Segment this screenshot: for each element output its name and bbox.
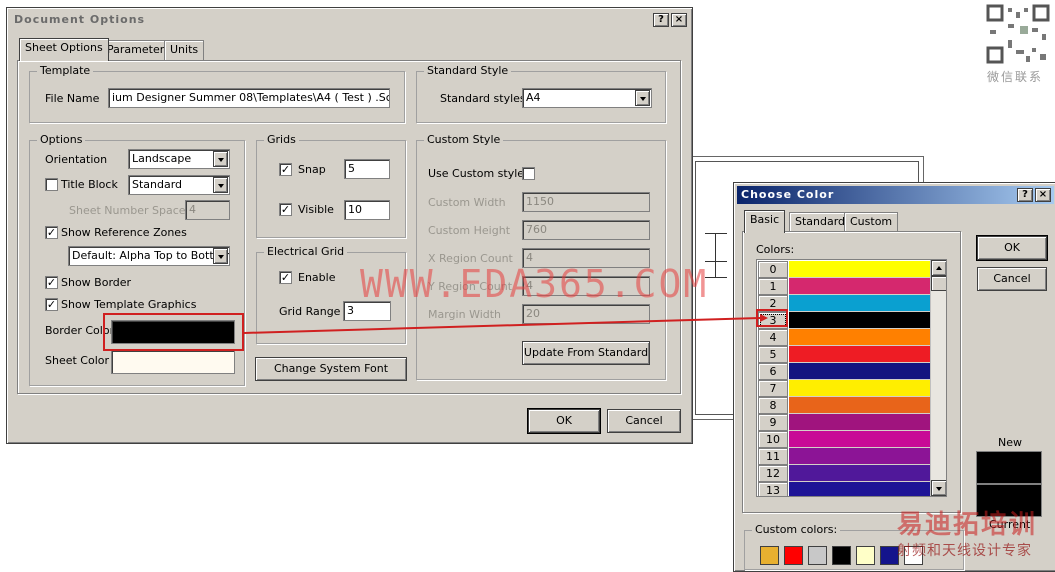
- logo-tagline: 射频和天线设计专家: [897, 543, 1032, 559]
- logo-name: 易迪拓培训: [897, 510, 1038, 540]
- tab-basic[interactable]: Basic: [744, 210, 786, 233]
- tab-sheet-options[interactable]: Sheet Options: [19, 38, 109, 61]
- connector-arrow: [243, 309, 788, 334]
